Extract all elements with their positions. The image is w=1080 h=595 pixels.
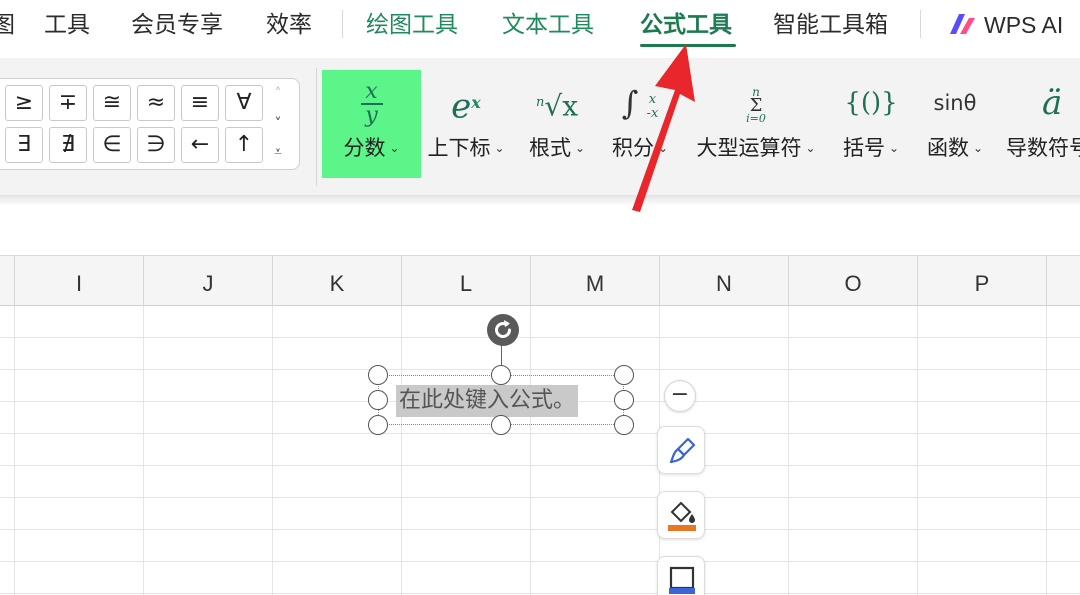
- symbol-not-exists[interactable]: ∄: [49, 127, 87, 163]
- resize-handle-bottom[interactable]: [491, 415, 511, 435]
- paintbrush-icon: [669, 437, 696, 464]
- radical-label: 根式: [528, 136, 571, 160]
- radical-icon: n√x: [535, 89, 578, 123]
- large-operator-label: 大型运算符: [696, 136, 802, 160]
- script-button[interactable]: ex 上下标 ⌄: [424, 70, 508, 178]
- column-headers: I J K L M N O P: [0, 256, 1080, 306]
- integral-button[interactable]: ∫ x -x 积分 ⌄: [608, 70, 672, 178]
- accent-icon: ä: [1042, 83, 1063, 123]
- function-icon: sinθ: [933, 91, 977, 115]
- chevron-down-icon: ⌄: [805, 141, 816, 155]
- formula-bar[interactable]: [0, 208, 1080, 256]
- resize-handle-right[interactable]: [614, 390, 634, 410]
- column-header-i[interactable]: I: [15, 256, 144, 306]
- symbol-approx[interactable]: ≈: [137, 85, 175, 121]
- fraction-label: 分数: [343, 136, 386, 160]
- column-header-m[interactable]: M: [531, 256, 660, 306]
- symbol-contains[interactable]: ∋: [137, 127, 175, 163]
- symbol-left-arrow[interactable]: ←: [181, 127, 219, 163]
- tab-separator: [920, 10, 921, 38]
- chevron-down-icon: ⌄: [888, 141, 900, 155]
- column-header-partial: [0, 256, 15, 306]
- column-header-n[interactable]: N: [660, 256, 789, 306]
- tab-partial[interactable]: 图: [0, 10, 15, 40]
- symbol-element-of[interactable]: ∈: [93, 127, 131, 163]
- bracket-button[interactable]: {()} 括号 ⌄: [838, 70, 904, 178]
- tab-tools[interactable]: 工具: [44, 10, 90, 40]
- column-header-p[interactable]: P: [918, 256, 1047, 306]
- column-header-l[interactable]: L: [402, 256, 531, 306]
- resize-handle-bottom-left[interactable]: [368, 415, 388, 435]
- accent-label: 导数符号: [1006, 136, 1080, 160]
- fill-color-button[interactable]: [657, 491, 705, 539]
- collapse-toolbar-button[interactable]: −: [664, 380, 696, 412]
- wps-ai-logo-icon: [950, 14, 975, 34]
- superscript-icon: ex: [451, 86, 481, 127]
- chevron-down-icon: ⌄: [494, 141, 505, 155]
- function-button[interactable]: sinθ 函数 ⌄: [922, 70, 988, 178]
- tab-formula-tools[interactable]: 公式工具: [640, 10, 732, 40]
- resize-handle-top[interactable]: [491, 365, 511, 385]
- function-label: 函数: [926, 136, 969, 160]
- column-header-o[interactable]: O: [789, 256, 918, 306]
- symbol-minus-plus[interactable]: ∓: [49, 85, 87, 121]
- tab-separator: [342, 10, 343, 38]
- tab-wps-ai[interactable]: WPS AI: [984, 10, 1063, 40]
- chevron-down-icon: ⌄: [574, 141, 586, 155]
- large-operator-button[interactable]: n Σ i=0 大型运算符 ⌄: [692, 70, 820, 178]
- column-header-j[interactable]: J: [144, 256, 273, 306]
- tab-efficiency[interactable]: 效率: [266, 10, 312, 40]
- column-header-k[interactable]: K: [273, 256, 402, 306]
- tab-drawing-tools[interactable]: 绘图工具: [366, 10, 458, 40]
- resize-handle-top-left[interactable]: [368, 365, 388, 385]
- bracket-label: 括号: [842, 136, 885, 160]
- formula-ribbon: ≥ ∓ ≅ ≈ ≡ ∀ ∃ ∄ ∈ ∋ ← ↑ ˄ ˅ ⩡ x y 分数 ⌄ ex…: [0, 58, 1080, 196]
- resize-handle-bottom-right[interactable]: [614, 415, 634, 435]
- integral-icon: ∫ x -x: [621, 84, 659, 122]
- ribbon-divider: [316, 68, 317, 186]
- gallery-scroll-down-icon[interactable]: ˅: [269, 113, 287, 135]
- spreadsheet-grid[interactable]: [0, 306, 1080, 595]
- symbol-exists[interactable]: ∃: [5, 127, 43, 163]
- radical-button[interactable]: n√x 根式 ⌄: [524, 70, 590, 178]
- tab-text-tools[interactable]: 文本工具: [502, 10, 594, 40]
- outline-button[interactable]: [657, 556, 705, 595]
- resize-handle-left[interactable]: [368, 390, 388, 410]
- paint-bucket-icon: [668, 501, 696, 531]
- symbol-up-arrow[interactable]: ↑: [225, 127, 263, 163]
- symbol-greater-equal[interactable]: ≥: [5, 85, 43, 121]
- shape-outline-icon: [669, 566, 695, 594]
- menu-bar: 图 工具 会员专享 效率 绘图工具 文本工具 公式工具 智能工具箱 WPS AI: [0, 0, 1080, 56]
- summation-icon: n Σ i=0: [746, 85, 766, 126]
- gallery-scroll-up-icon[interactable]: ˄: [269, 83, 287, 105]
- tab-smart-toolbox[interactable]: 智能工具箱: [773, 10, 888, 40]
- symbol-congruent[interactable]: ≅: [93, 85, 131, 121]
- chevron-down-icon: ⌄: [389, 141, 400, 155]
- equation-placeholder[interactable]: 在此处键入公式。: [396, 385, 579, 417]
- accent-button[interactable]: ä 导数符号: [1006, 70, 1080, 178]
- rotate-handle-icon[interactable]: [487, 314, 519, 346]
- ribbon-shadow: [0, 196, 1080, 206]
- symbol-gallery: ≥ ∓ ≅ ≈ ≡ ∀ ∃ ∄ ∈ ∋ ← ↑ ˄ ˅ ⩡: [0, 78, 300, 170]
- fraction-button[interactable]: x y 分数 ⌄: [322, 70, 421, 178]
- integral-label: 积分: [611, 136, 654, 160]
- bracket-icon: {()}: [844, 88, 898, 118]
- active-tab-indicator: [640, 44, 736, 47]
- symbol-identical[interactable]: ≡: [181, 85, 219, 121]
- script-label: 上下标: [427, 136, 491, 160]
- chevron-down-icon: ⌄: [657, 141, 669, 155]
- tab-member[interactable]: 会员专享: [131, 10, 223, 40]
- resize-handle-top-right[interactable]: [614, 365, 634, 385]
- format-brush-button[interactable]: [657, 426, 705, 474]
- symbol-for-all[interactable]: ∀: [225, 85, 263, 121]
- fraction-icon: x y: [322, 81, 421, 128]
- gallery-expand-icon[interactable]: ⩡: [269, 141, 287, 163]
- chevron-down-icon: ⌄: [972, 141, 984, 155]
